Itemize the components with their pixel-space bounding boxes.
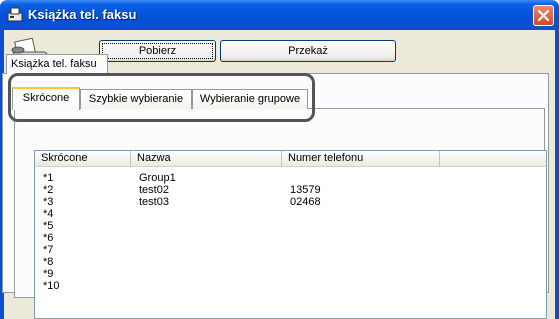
cell-code: *10 [43, 280, 60, 292]
cell-name: test02 [139, 184, 169, 196]
cell-code: *4 [43, 208, 54, 220]
cell-name: test03 [139, 196, 169, 208]
fax-book-icon [7, 7, 23, 22]
cell-phone: 13579 [290, 184, 321, 196]
tab-fax-book[interactable]: Książka tel. faksu [6, 54, 108, 74]
table-row[interactable]: *10 [35, 280, 546, 292]
cell-code: *3 [43, 196, 54, 208]
table-row[interactable]: *5 [35, 220, 546, 232]
pobierz-button[interactable]: Pobierz [99, 40, 216, 62]
cell-name: Group1 [139, 172, 176, 184]
cell-code: *1 [43, 172, 54, 184]
cell-code: *5 [43, 220, 54, 232]
abbreviated-dial-list[interactable]: Skrócone Nazwa Numer telefonu *1 Group1 *2… [34, 150, 547, 319]
cell-code: *2 [43, 184, 54, 196]
table-row[interactable]: *1 Group1 [35, 172, 546, 184]
table-row[interactable]: *2 test02 13579 [35, 184, 546, 196]
table-row[interactable]: *6 [35, 232, 546, 244]
cell-code: *7 [43, 244, 54, 256]
window-title: Książka tel. faksu [28, 7, 137, 22]
column-header-numer-telefonu[interactable]: Numer telefonu [282, 151, 440, 167]
table-row[interactable]: *7 [35, 244, 546, 256]
close-icon [537, 9, 550, 22]
cell-code: *6 [43, 232, 54, 244]
column-header-nazwa[interactable]: Nazwa [131, 151, 282, 167]
przekaz-button[interactable]: Przekaż [220, 40, 396, 62]
table-row[interactable]: *8 [35, 256, 546, 268]
list-header: Skrócone Nazwa Numer telefonu [35, 151, 546, 167]
table-row[interactable]: *9 [35, 268, 546, 280]
title-bar[interactable]: Książka tel. faksu [0, 0, 559, 30]
close-button[interactable] [533, 5, 554, 26]
cell-code: *8 [43, 256, 54, 268]
cell-code: *9 [43, 268, 54, 280]
table-row[interactable]: *4 [35, 208, 546, 220]
tab-skrocone[interactable]: Skrócone [12, 87, 80, 110]
column-header-skrocone[interactable]: Skrócone [35, 151, 131, 167]
table-row[interactable]: *3 test03 02468 [35, 196, 546, 208]
cell-phone: 02468 [290, 196, 321, 208]
